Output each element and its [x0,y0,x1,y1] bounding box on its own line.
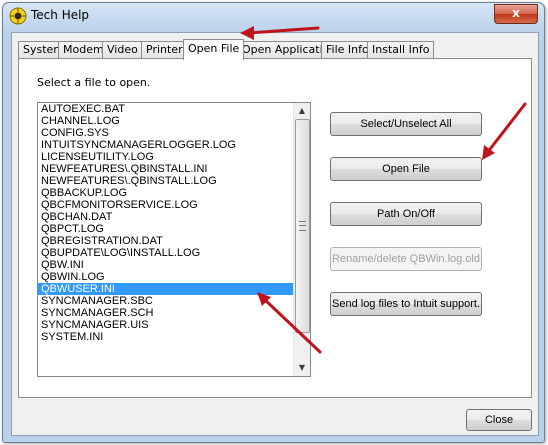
open-file-panel: Select a file to open. AUTOEXEC.BAT CHANN… [18,58,532,398]
tab-open-file[interactable]: Open File [183,39,245,60]
grip-icon [299,221,306,231]
open-file-button[interactable]: Open File [330,157,482,181]
list-item[interactable]: CONFIG.SYS [38,127,294,139]
send-log-files-button[interactable]: Send log files to Intuit support. [330,292,482,316]
scrollbar-thumb[interactable] [295,119,310,333]
tab-file-info[interactable]: File Info [321,41,374,59]
list-item[interactable]: SYNCMANAGER.SCH [38,307,294,319]
tech-help-window: Tech Help x System Modem Video Printer O… [2,2,545,443]
rename-delete-button: Rename/delete QBWin.log.old [330,247,482,271]
list-item[interactable]: NEWFEATURES\.QBINSTALL.INI [38,163,294,175]
close-button[interactable]: Close [466,409,532,431]
tab-printer[interactable]: Printer [141,41,188,59]
scroll-down-icon[interactable]: ▼ [294,360,310,376]
list-item[interactable]: QBCFMONITORSERVICE.LOG [38,199,294,211]
scroll-up-icon[interactable]: ▲ [294,103,310,119]
path-on-off-button[interactable]: Path On/Off [330,202,482,226]
list-item[interactable]: QBBACKUP.LOG [38,187,294,199]
file-listbox[interactable]: AUTOEXEC.BAT CHANNEL.LOG CONFIG.SYS INTUITS… [37,102,311,377]
list-item[interactable]: INTUITSYNCMANAGERLOGGER.LOG [38,139,294,151]
dialog-client: System Modem Video Printer Open File Ope… [11,32,539,436]
list-item[interactable]: QBWIN.LOG [38,271,294,283]
title-bar[interactable]: Tech Help x [3,3,544,31]
close-icon: x [512,6,520,20]
vertical-scrollbar[interactable]: ▲ ▼ [293,103,310,376]
list-item[interactable]: SYNCMANAGER.SBC [38,295,294,307]
list-item[interactable]: QBWUSER.INI [38,283,294,295]
list-item[interactable]: QBUPDATE\LOG\INSTALL.LOG [38,247,294,259]
list-item[interactable]: QBREGISTRATION.DAT [38,235,294,247]
select-unselect-all-button[interactable]: Select/Unselect All [330,112,482,136]
list-item[interactable]: CHANNEL.LOG [38,115,294,127]
list-item[interactable]: QBCHAN.DAT [38,211,294,223]
list-item[interactable]: SYSTEM.INI [38,331,294,343]
list-item[interactable]: QBW.INI [38,259,294,271]
list-item[interactable]: NEWFEATURES\.QBINSTALL.LOG [38,175,294,187]
list-item[interactable]: LICENSEUTILITY.LOG [38,151,294,163]
file-items: AUTOEXEC.BAT CHANNEL.LOG CONFIG.SYS INTUITS… [38,103,294,343]
instruction-label: Select a file to open. [37,76,151,89]
list-item[interactable]: QBPCT.LOG [38,223,294,235]
tab-install-info[interactable]: Install Info [367,41,435,59]
list-item[interactable]: SYNCMANAGER.UIS [38,319,294,331]
window-close-button[interactable]: x [494,4,538,24]
list-item[interactable]: AUTOEXEC.BAT [38,103,294,115]
window-title: Tech Help [31,8,90,22]
help-life-ring-icon [9,7,27,25]
tab-video[interactable]: Video [102,41,143,59]
